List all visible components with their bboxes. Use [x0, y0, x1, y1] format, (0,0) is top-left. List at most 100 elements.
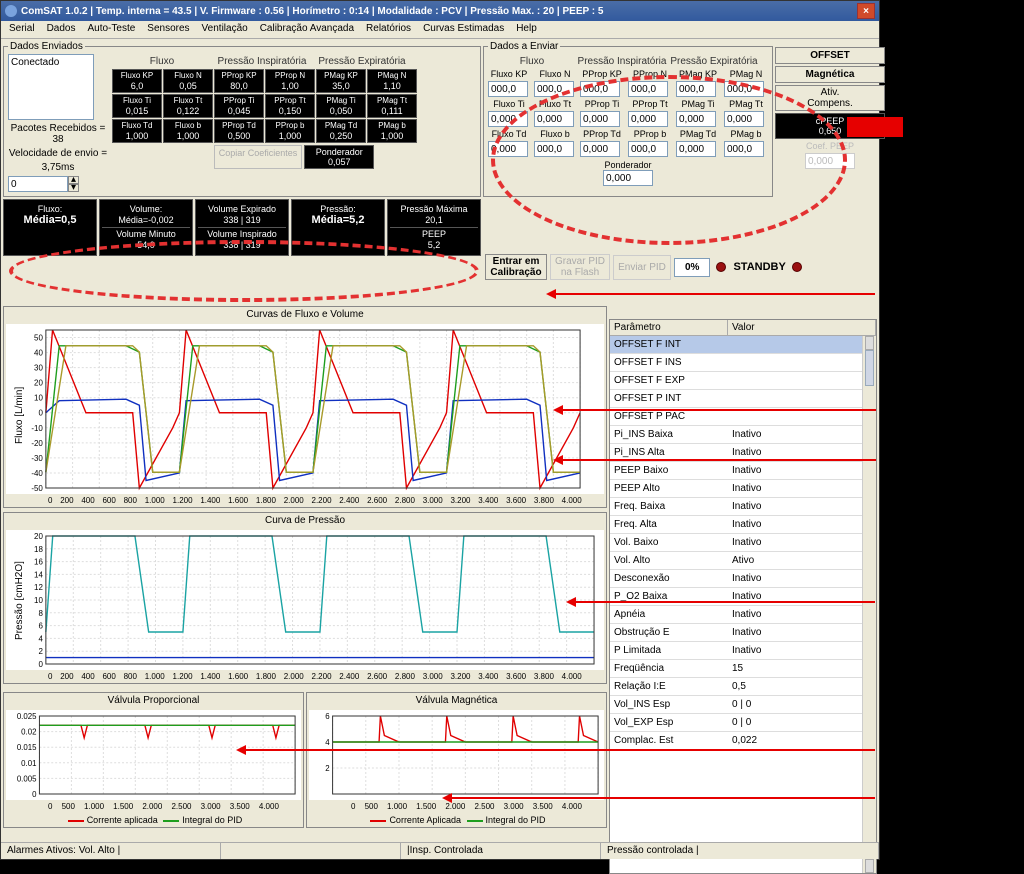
- coef-input[interactable]: [724, 81, 764, 97]
- svg-text:20: 20: [34, 532, 43, 541]
- table-row[interactable]: P_O2 BaixaInativo: [610, 588, 876, 606]
- spinner-input[interactable]: [8, 176, 68, 192]
- menu-ventilacao[interactable]: Ventilação: [196, 21, 254, 38]
- led-2: [792, 262, 802, 272]
- menu-dados[interactable]: Dados: [41, 21, 82, 38]
- table-row[interactable]: Freq. BaixaInativo: [610, 498, 876, 516]
- menu-relatorios[interactable]: Relatórios: [360, 21, 417, 38]
- table-row[interactable]: OFFSET P INT: [610, 390, 876, 408]
- coef-input[interactable]: [580, 81, 620, 97]
- coef-cell: PMag Ti0,050: [316, 94, 366, 118]
- table-row[interactable]: PEEP BaixoInativo: [610, 462, 876, 480]
- offset-button[interactable]: OFFSET: [775, 47, 885, 64]
- coef-cell: PMag Td0,250: [316, 119, 366, 143]
- table-row[interactable]: Pi_INS AltaInativo: [610, 444, 876, 462]
- coef-input[interactable]: [628, 141, 668, 157]
- svg-text:40: 40: [34, 349, 43, 358]
- table-row[interactable]: PEEP AltoInativo: [610, 480, 876, 498]
- scroll-thumb[interactable]: [865, 350, 874, 386]
- ativ-compens-button[interactable]: Ativ. Compens.: [775, 85, 885, 111]
- table-row[interactable]: OFFSET F INT: [610, 336, 876, 354]
- table-row[interactable]: Pi_INS BaixaInativo: [610, 426, 876, 444]
- status-conectado: Conectado: [8, 54, 94, 120]
- table-row[interactable]: OFFSET P PAC: [610, 408, 876, 426]
- spinner-down[interactable]: ▾: [68, 184, 79, 192]
- table-row[interactable]: Relação I:E0,5: [610, 678, 876, 696]
- ylabel-fluxo: Fluxo [L/min]: [14, 387, 25, 444]
- coef-input[interactable]: [676, 141, 716, 157]
- table-row[interactable]: Vol_EXP Esp0 | 0: [610, 714, 876, 732]
- menu-curvas[interactable]: Curvas Estimadas: [417, 21, 510, 38]
- svg-text:18: 18: [34, 545, 43, 554]
- coef-cell: PProp Td0,500: [214, 119, 264, 143]
- entrar-calibracao-button[interactable]: Entrar em Calibração: [485, 254, 547, 280]
- coef-grid-enviados: Fluxo KP6,0Fluxo N0,05PProp KP80,0PProp …: [112, 69, 476, 143]
- status-spacer1: [221, 843, 401, 859]
- hdr-pinsp: Pressão Inspiratória: [212, 54, 312, 69]
- coef-peep-input: [805, 153, 855, 169]
- menu-autoteste[interactable]: Auto-Teste: [81, 21, 141, 38]
- chart-valvm-canvas: 246: [309, 710, 604, 800]
- coef-label: PProp KP: [580, 69, 624, 79]
- coef-label: Fluxo N: [534, 69, 576, 79]
- chart-valvm-title: Válvula Magnética: [307, 693, 606, 708]
- coef-cell: PMag b1,000: [367, 119, 417, 143]
- pacotes-recebidos: Pacotes Recebidos = 38: [8, 123, 108, 145]
- svg-text:-10: -10: [31, 424, 43, 433]
- coef-cell: PProp N1,00: [265, 69, 315, 93]
- coef-input[interactable]: [488, 111, 528, 127]
- coef-input[interactable]: [676, 81, 716, 97]
- coef-input[interactable]: [488, 81, 528, 97]
- pond2-input[interactable]: [603, 170, 653, 186]
- magnetica-button[interactable]: Magnética: [775, 66, 885, 83]
- table-row[interactable]: ApnéiaInativo: [610, 606, 876, 624]
- svg-text:16: 16: [34, 558, 43, 567]
- coef-input[interactable]: [628, 111, 668, 127]
- coef-input[interactable]: [534, 111, 574, 127]
- coef-input[interactable]: [580, 141, 620, 157]
- coef-input[interactable]: [580, 111, 620, 127]
- coef-input[interactable]: [628, 81, 668, 97]
- menu-help[interactable]: Help: [510, 21, 543, 38]
- table-row[interactable]: DesconexãoInativo: [610, 570, 876, 588]
- chart-pressao: Curva de Pressão 02468101214161820 Press…: [3, 512, 607, 684]
- hdr-pexp: Pressão Expiratória: [312, 54, 412, 69]
- group-dados-enviados: Dados Enviados Conectado Pacotes Recebid…: [3, 41, 481, 197]
- table-row[interactable]: OFFSET F INS: [610, 354, 876, 372]
- scrollbar[interactable]: [862, 336, 876, 873]
- status-insp: |Insp. Controlada: [401, 843, 601, 859]
- menu-serial[interactable]: Serial: [3, 21, 41, 38]
- table-row[interactable]: Obstrução EInativo: [610, 624, 876, 642]
- menu-sensores[interactable]: Sensores: [141, 21, 195, 38]
- coef-input[interactable]: [724, 111, 764, 127]
- legend-valvm: Corrente Aplicada Integral do PID: [307, 813, 606, 827]
- coef-input[interactable]: [534, 81, 574, 97]
- table-row[interactable]: Complac. Est0,022: [610, 732, 876, 750]
- coef-input[interactable]: [676, 111, 716, 127]
- menu-calibracao[interactable]: Calibração Avançada: [254, 21, 360, 38]
- table-row[interactable]: Vol_INS Esp0 | 0: [610, 696, 876, 714]
- table-row[interactable]: OFFSET F EXP: [610, 372, 876, 390]
- coef-input[interactable]: [724, 141, 764, 157]
- svg-text:4: 4: [38, 634, 43, 643]
- close-button[interactable]: ×: [857, 3, 875, 19]
- table-row[interactable]: Freq. AltaInativo: [610, 516, 876, 534]
- coef-input[interactable]: [488, 141, 528, 157]
- status-alarmes: Alarmes Ativos: Vol. Alto |: [1, 843, 221, 859]
- coef-input[interactable]: [534, 141, 574, 157]
- copiar-coeficientes-button[interactable]: Copiar Coeficientes: [214, 145, 303, 169]
- table-row[interactable]: P LimitadaInativo: [610, 642, 876, 660]
- table-row[interactable]: Vol. AltoAtivo: [610, 552, 876, 570]
- parameter-table[interactable]: Parâmetro Valor OFFSET F INTOFFSET F INS…: [609, 319, 877, 874]
- app-icon: [5, 5, 17, 17]
- xticks-fluxo: 02004006008001.0001.2001.4001.6001.8002.…: [4, 496, 606, 507]
- table-row[interactable]: Freqüência15: [610, 660, 876, 678]
- group-dados-enviar: Dados a Enviar Fluxo Pressão Inspiratóri…: [483, 41, 773, 197]
- chart-valv-mag: Válvula Magnética 246 05001.0001.5002.00…: [306, 692, 607, 828]
- chart-pressao-canvas: 02468101214161820 Pressão [cmH2O]: [6, 530, 604, 670]
- table-row[interactable]: Vol. BaixoInativo: [610, 534, 876, 552]
- coef-cell: Fluxo Tt0,122: [163, 94, 213, 118]
- velocidade-envio-lbl: Velocidade de envio =: [8, 148, 108, 159]
- xticks-pressao: 02004006008001.0001.2001.4001.6001.8002.…: [4, 672, 606, 683]
- coef-cell: PMag Tt0,111: [367, 94, 417, 118]
